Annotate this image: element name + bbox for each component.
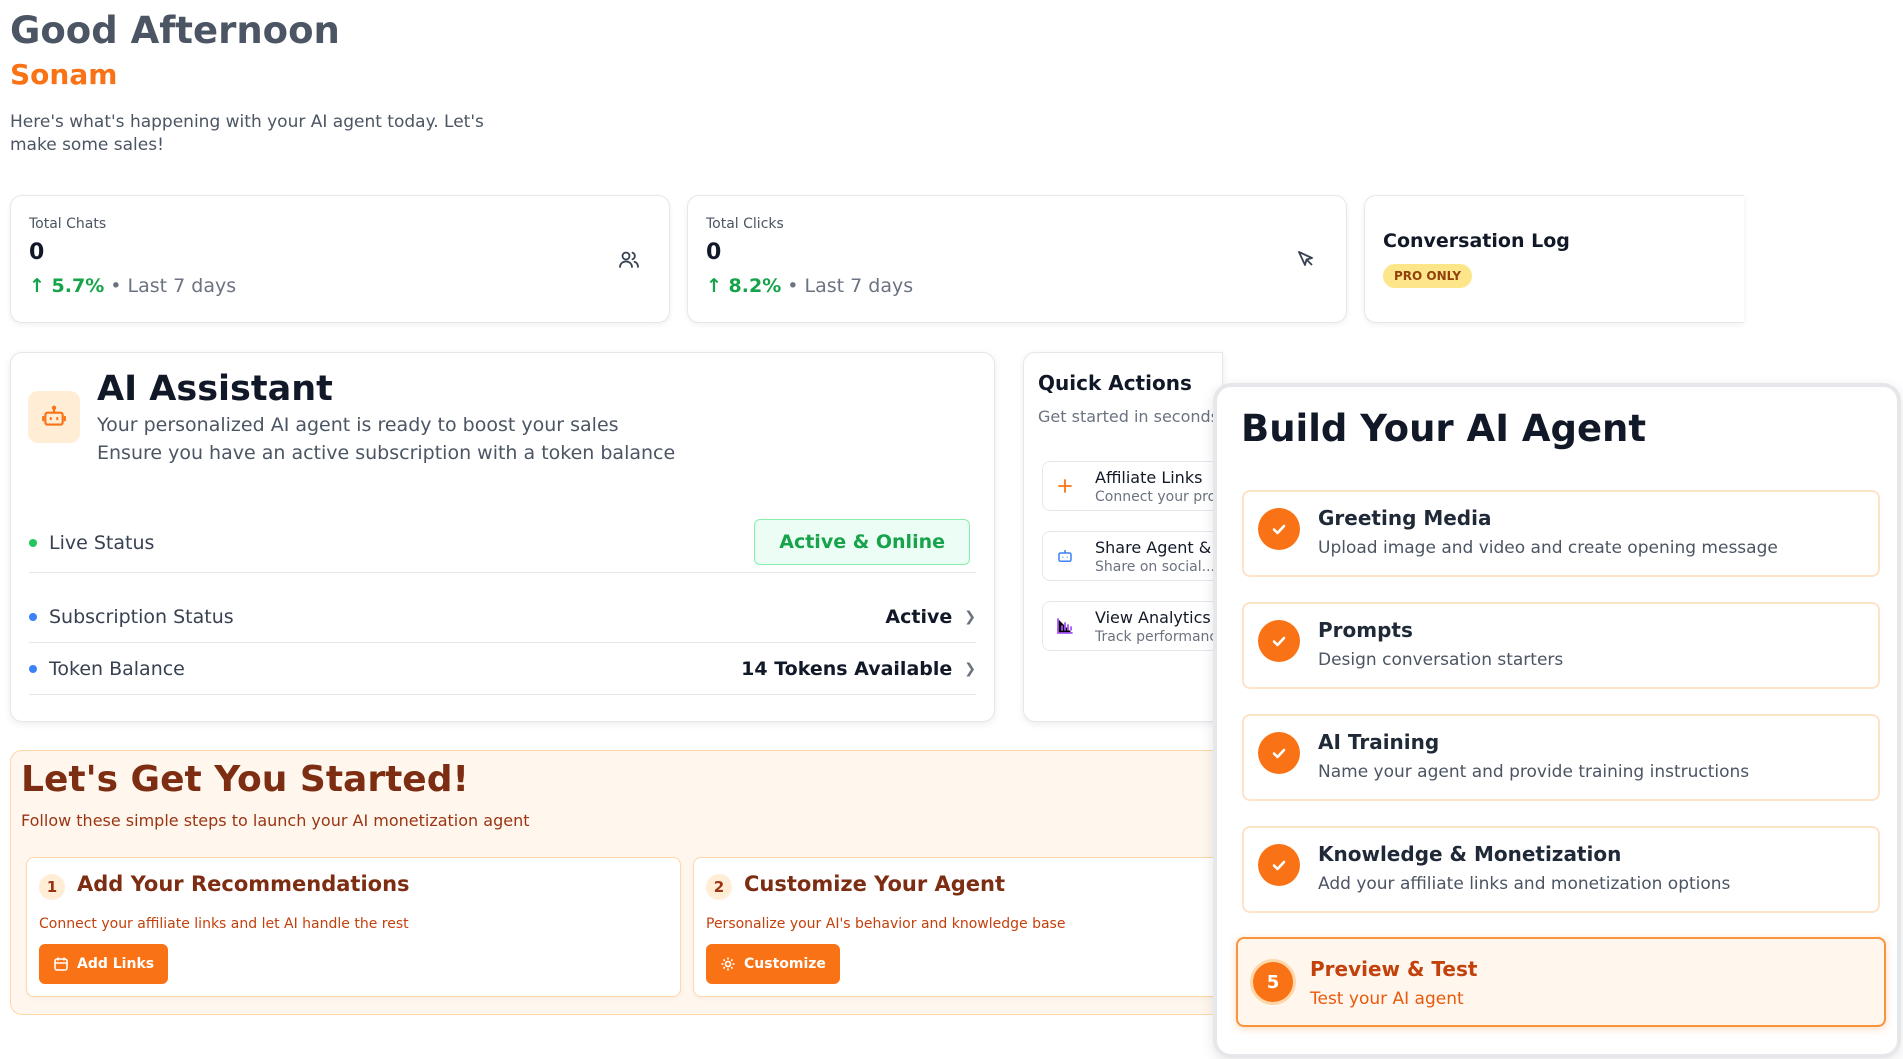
build-step-ai-training[interactable]: AI Training Name your agent and provide … — [1242, 714, 1880, 801]
status-dot — [29, 538, 37, 547]
step-number-badge: 5 — [1250, 959, 1296, 1005]
plus-icon — [1055, 476, 1075, 496]
build-agent-title: Build Your AI Agent — [1241, 407, 1647, 450]
greeting-header: Good Afternoon Sonam Here's what's happe… — [10, 8, 530, 157]
token-value: 14 Tokens Available — [741, 657, 953, 680]
build-step-desc: Add your affiliate links and monetizatio… — [1318, 874, 1731, 894]
check-icon — [1258, 844, 1300, 886]
greeting-title: Good Afternoon — [10, 9, 340, 52]
users-icon — [617, 248, 641, 272]
quick-action-share-agent[interactable]: Share Agent & ... Share on social... — [1042, 531, 1222, 581]
live-status-row: Live Status Active & Online — [29, 513, 976, 573]
subscription-status-row[interactable]: Subscription Status Active ❯ — [29, 591, 976, 643]
subscription-label: Subscription Status — [49, 605, 234, 628]
stat-card-total-clicks: Total Clicks 0 ↑ 8.2% • Last 7 days — [687, 195, 1347, 323]
build-step-desc: Design conversation starters — [1318, 650, 1564, 670]
stat-trend: ↑ 8.2% • Last 7 days — [706, 275, 914, 297]
user-name: Sonam — [10, 58, 118, 91]
cursor-icon — [1294, 248, 1318, 272]
build-agent-panel: Build Your AI Agent Greeting Media Uploa… — [1213, 383, 1901, 1058]
quick-action-affiliate-links[interactable]: Affiliate Links Connect your products — [1042, 461, 1222, 511]
stat-value: 0 — [706, 240, 722, 265]
build-step-desc: Upload image and video and create openin… — [1318, 538, 1778, 558]
build-step-preview-test[interactable]: 5 Preview & Test Test your AI agent — [1236, 937, 1886, 1027]
stat-card-total-chats: Total Chats 0 ↑ 5.7% • Last 7 days — [10, 195, 670, 323]
quick-action-view-analytics[interactable]: View Analytics Track performance — [1042, 601, 1222, 651]
step-card-customize: 2 Customize Your Agent Personalize your … — [693, 857, 1253, 997]
conversation-log-title: Conversation Log — [1383, 230, 1570, 252]
subscription-value: Active — [885, 605, 953, 628]
add-links-button[interactable]: Add Links — [39, 944, 169, 984]
build-step-desc: Name your agent and provide training ins… — [1318, 762, 1750, 782]
build-step-greeting-media[interactable]: Greeting Media Upload image and video an… — [1242, 490, 1880, 577]
live-status-badge: Active & Online — [754, 519, 970, 565]
build-step-prompts[interactable]: Prompts Design conversation starters — [1242, 602, 1880, 689]
step-number: 2 — [706, 874, 732, 900]
greeting-subtitle: Here's what's happening with your AI age… — [10, 112, 484, 155]
stat-label: Total Clicks — [706, 216, 784, 232]
check-icon — [1258, 732, 1300, 774]
stat-value: 0 — [29, 240, 45, 265]
build-step-title: AI Training — [1318, 730, 1440, 754]
step-card-recommendations: 1 Add Your Recommendations Connect your … — [26, 857, 681, 997]
stat-trend: ↑ 5.7% • Last 7 days — [29, 275, 237, 297]
calendar-icon — [54, 957, 68, 971]
stat-label: Total Chats — [29, 216, 107, 232]
get-started-section: Let's Get You Started! Follow these simp… — [10, 750, 1253, 1015]
get-started-subtitle: Follow these simple steps to launch your… — [21, 811, 530, 830]
assistant-description: Your personalized AI agent is ready to b… — [97, 414, 676, 464]
robot-icon — [28, 391, 80, 443]
step-description: Personalize your AI's behavior and knowl… — [706, 916, 1066, 932]
token-label: Token Balance — [49, 657, 185, 680]
check-icon — [1258, 508, 1300, 550]
robot-icon — [1055, 546, 1075, 566]
customize-button[interactable]: Customize — [706, 944, 840, 984]
gear-icon — [721, 957, 735, 971]
build-step-title: Prompts — [1318, 618, 1413, 642]
chevron-right-icon: ❯ — [964, 608, 976, 625]
step-number: 1 — [39, 874, 65, 900]
step-title: Customize Your Agent — [744, 872, 1006, 896]
build-step-title: Greeting Media — [1318, 506, 1492, 530]
pro-only-badge: PRO ONLY — [1383, 264, 1473, 288]
conversation-log-card[interactable]: Conversation Log PRO ONLY — [1364, 195, 1744, 323]
build-step-desc: Test your AI agent — [1310, 989, 1464, 1009]
bar-chart-icon — [1055, 616, 1075, 636]
check-icon — [1258, 620, 1300, 662]
build-step-title: Preview & Test — [1310, 957, 1478, 981]
assistant-title: AI Assistant — [97, 369, 333, 409]
quick-actions-card: Quick Actions Get started in seconds Aff… — [1023, 352, 1223, 722]
quick-actions-subtitle: Get started in seconds — [1038, 407, 1220, 426]
get-started-title: Let's Get You Started! — [21, 759, 469, 800]
quick-actions-title: Quick Actions — [1038, 371, 1192, 395]
token-balance-row[interactable]: Token Balance 14 Tokens Available ❯ — [29, 643, 976, 695]
status-dot — [29, 612, 37, 621]
step-description: Connect your affiliate links and let AI … — [39, 916, 409, 932]
ai-assistant-card: AI Assistant Your personalized AI agent … — [10, 352, 995, 722]
status-dot — [29, 664, 37, 673]
build-step-knowledge-monetization[interactable]: Knowledge & Monetization Add your affili… — [1242, 826, 1880, 913]
chevron-right-icon: ❯ — [964, 660, 976, 677]
live-status-label: Live Status — [49, 531, 155, 554]
step-title: Add Your Recommendations — [77, 872, 410, 896]
build-step-title: Knowledge & Monetization — [1318, 842, 1622, 866]
